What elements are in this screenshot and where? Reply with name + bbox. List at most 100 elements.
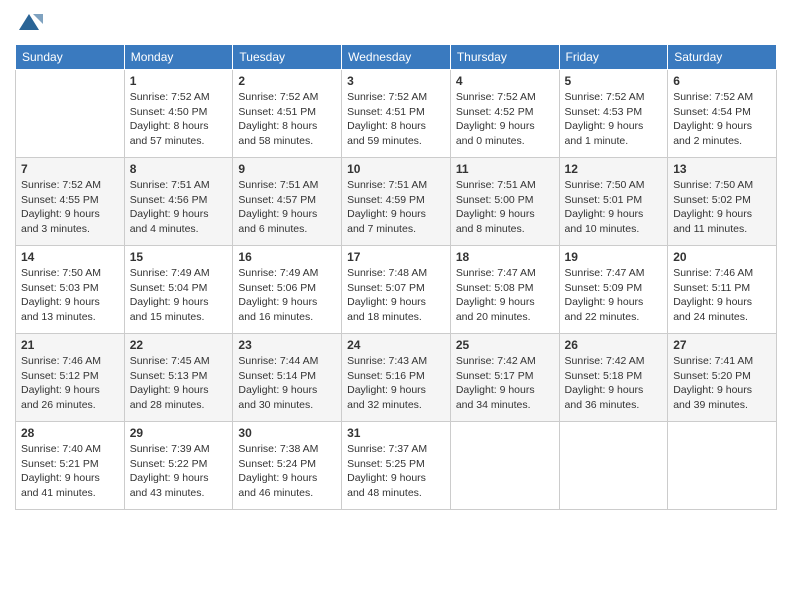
calendar-cell — [16, 70, 125, 158]
day-number: 17 — [347, 250, 445, 264]
day-info: Sunrise: 7:52 AMSunset: 4:51 PMDaylight:… — [238, 90, 336, 149]
day-number: 5 — [565, 74, 663, 88]
weekday-header-sunday: Sunday — [16, 45, 125, 70]
day-number: 27 — [673, 338, 771, 352]
calendar-cell: 9 Sunrise: 7:51 AMSunset: 4:57 PMDaylight… — [233, 158, 342, 246]
day-info: Sunrise: 7:49 AMSunset: 5:04 PMDaylight:… — [130, 266, 228, 325]
day-info: Sunrise: 7:51 AMSunset: 4:56 PMDaylight:… — [130, 178, 228, 237]
calendar-cell — [450, 422, 559, 510]
logo-icon — [15, 10, 43, 38]
calendar-week-row: 21 Sunrise: 7:46 AMSunset: 5:12 PMDayligh… — [16, 334, 777, 422]
day-number: 14 — [21, 250, 119, 264]
calendar-cell: 27 Sunrise: 7:41 AMSunset: 5:20 PMDayligh… — [668, 334, 777, 422]
day-number: 2 — [238, 74, 336, 88]
day-number: 29 — [130, 426, 228, 440]
calendar-cell: 11 Sunrise: 7:51 AMSunset: 5:00 PMDayligh… — [450, 158, 559, 246]
day-number: 16 — [238, 250, 336, 264]
day-number: 12 — [565, 162, 663, 176]
day-number: 15 — [130, 250, 228, 264]
day-info: Sunrise: 7:46 AMSunset: 5:11 PMDaylight:… — [673, 266, 771, 325]
day-info: Sunrise: 7:52 AMSunset: 4:55 PMDaylight:… — [21, 178, 119, 237]
day-info: Sunrise: 7:40 AMSunset: 5:21 PMDaylight:… — [21, 442, 119, 501]
day-info: Sunrise: 7:51 AMSunset: 4:57 PMDaylight:… — [238, 178, 336, 237]
day-info: Sunrise: 7:52 AMSunset: 4:52 PMDaylight:… — [456, 90, 554, 149]
logo — [15, 10, 47, 38]
day-info: Sunrise: 7:37 AMSunset: 5:25 PMDaylight:… — [347, 442, 445, 501]
calendar-cell: 6Sunrise: 7:52 AMSunset: 4:54 PMDaylight… — [668, 70, 777, 158]
day-number: 7 — [21, 162, 119, 176]
day-info: Sunrise: 7:50 AMSunset: 5:02 PMDaylight:… — [673, 178, 771, 237]
day-number: 1 — [130, 74, 228, 88]
day-number: 30 — [238, 426, 336, 440]
day-number: 24 — [347, 338, 445, 352]
day-number: 20 — [673, 250, 771, 264]
weekday-header-saturday: Saturday — [668, 45, 777, 70]
day-info: Sunrise: 7:50 AMSunset: 5:01 PMDaylight:… — [565, 178, 663, 237]
calendar-cell: 15 Sunrise: 7:49 AMSunset: 5:04 PMDayligh… — [124, 246, 233, 334]
day-number: 25 — [456, 338, 554, 352]
day-info: Sunrise: 7:43 AMSunset: 5:16 PMDaylight:… — [347, 354, 445, 413]
page: SundayMondayTuesdayWednesdayThursdayFrid… — [0, 0, 792, 612]
calendar-cell: 2 Sunrise: 7:52 AMSunset: 4:51 PMDaylight… — [233, 70, 342, 158]
weekday-header-row: SundayMondayTuesdayWednesdayThursdayFrid… — [16, 45, 777, 70]
calendar-cell: 17Sunrise: 7:48 AMSunset: 5:07 PMDayligh… — [342, 246, 451, 334]
calendar-cell: 3Sunrise: 7:52 AMSunset: 4:51 PMDaylight… — [342, 70, 451, 158]
weekday-header-friday: Friday — [559, 45, 668, 70]
day-number: 23 — [238, 338, 336, 352]
calendar-table: SundayMondayTuesdayWednesdayThursdayFrid… — [15, 44, 777, 510]
day-info: Sunrise: 7:47 AMSunset: 5:09 PMDaylight:… — [565, 266, 663, 325]
calendar-cell: 19Sunrise: 7:47 AMSunset: 5:09 PMDayligh… — [559, 246, 668, 334]
day-info: Sunrise: 7:52 AMSunset: 4:53 PMDaylight:… — [565, 90, 663, 149]
calendar-cell: 21 Sunrise: 7:46 AMSunset: 5:12 PMDayligh… — [16, 334, 125, 422]
calendar-cell: 23 Sunrise: 7:44 AMSunset: 5:14 PMDayligh… — [233, 334, 342, 422]
calendar-cell: 26 Sunrise: 7:42 AMSunset: 5:18 PMDayligh… — [559, 334, 668, 422]
day-info: Sunrise: 7:42 AMSunset: 5:18 PMDaylight:… — [565, 354, 663, 413]
day-info: Sunrise: 7:47 AMSunset: 5:08 PMDaylight:… — [456, 266, 554, 325]
calendar-cell: 8 Sunrise: 7:51 AMSunset: 4:56 PMDaylight… — [124, 158, 233, 246]
calendar-cell: 29Sunrise: 7:39 AMSunset: 5:22 PMDayligh… — [124, 422, 233, 510]
calendar-week-row: 14 Sunrise: 7:50 AMSunset: 5:03 PMDayligh… — [16, 246, 777, 334]
day-info: Sunrise: 7:49 AMSunset: 5:06 PMDaylight:… — [238, 266, 336, 325]
calendar-cell: 1 Sunrise: 7:52 AMSunset: 4:50 PMDaylight… — [124, 70, 233, 158]
calendar-cell: 22 Sunrise: 7:45 AMSunset: 5:13 PMDayligh… — [124, 334, 233, 422]
day-number: 31 — [347, 426, 445, 440]
calendar-cell — [559, 422, 668, 510]
calendar-week-row: 28Sunrise: 7:40 AMSunset: 5:21 PMDayligh… — [16, 422, 777, 510]
day-info: Sunrise: 7:41 AMSunset: 5:20 PMDaylight:… — [673, 354, 771, 413]
day-info: Sunrise: 7:42 AMSunset: 5:17 PMDaylight:… — [456, 354, 554, 413]
calendar-cell: 31 Sunrise: 7:37 AMSunset: 5:25 PMDayligh… — [342, 422, 451, 510]
day-info: Sunrise: 7:44 AMSunset: 5:14 PMDaylight:… — [238, 354, 336, 413]
calendar-cell: 30 Sunrise: 7:38 AMSunset: 5:24 PMDayligh… — [233, 422, 342, 510]
calendar-week-row: 7 Sunrise: 7:52 AMSunset: 4:55 PMDaylight… — [16, 158, 777, 246]
calendar-cell: 7 Sunrise: 7:52 AMSunset: 4:55 PMDaylight… — [16, 158, 125, 246]
day-number: 4 — [456, 74, 554, 88]
weekday-header-monday: Monday — [124, 45, 233, 70]
day-number: 26 — [565, 338, 663, 352]
calendar-week-row: 1 Sunrise: 7:52 AMSunset: 4:50 PMDaylight… — [16, 70, 777, 158]
day-info: Sunrise: 7:46 AMSunset: 5:12 PMDaylight:… — [21, 354, 119, 413]
weekday-header-thursday: Thursday — [450, 45, 559, 70]
day-number: 11 — [456, 162, 554, 176]
day-info: Sunrise: 7:38 AMSunset: 5:24 PMDaylight:… — [238, 442, 336, 501]
day-number: 3 — [347, 74, 445, 88]
day-info: Sunrise: 7:45 AMSunset: 5:13 PMDaylight:… — [130, 354, 228, 413]
day-info: Sunrise: 7:52 AMSunset: 4:50 PMDaylight:… — [130, 90, 228, 149]
day-number: 9 — [238, 162, 336, 176]
day-number: 21 — [21, 338, 119, 352]
calendar-cell: 12 Sunrise: 7:50 AMSunset: 5:01 PMDayligh… — [559, 158, 668, 246]
day-number: 13 — [673, 162, 771, 176]
calendar-cell: 20 Sunrise: 7:46 AMSunset: 5:11 PMDayligh… — [668, 246, 777, 334]
calendar-cell: 5 Sunrise: 7:52 AMSunset: 4:53 PMDaylight… — [559, 70, 668, 158]
header — [15, 10, 777, 38]
day-info: Sunrise: 7:50 AMSunset: 5:03 PMDaylight:… — [21, 266, 119, 325]
day-number: 8 — [130, 162, 228, 176]
calendar-cell: 14 Sunrise: 7:50 AMSunset: 5:03 PMDayligh… — [16, 246, 125, 334]
day-number: 10 — [347, 162, 445, 176]
day-info: Sunrise: 7:51 AMSunset: 5:00 PMDaylight:… — [456, 178, 554, 237]
calendar-cell: 4 Sunrise: 7:52 AMSunset: 4:52 PMDaylight… — [450, 70, 559, 158]
day-number: 6 — [673, 74, 771, 88]
calendar-cell: 10Sunrise: 7:51 AMSunset: 4:59 PMDayligh… — [342, 158, 451, 246]
day-number: 18 — [456, 250, 554, 264]
weekday-header-tuesday: Tuesday — [233, 45, 342, 70]
day-number: 22 — [130, 338, 228, 352]
